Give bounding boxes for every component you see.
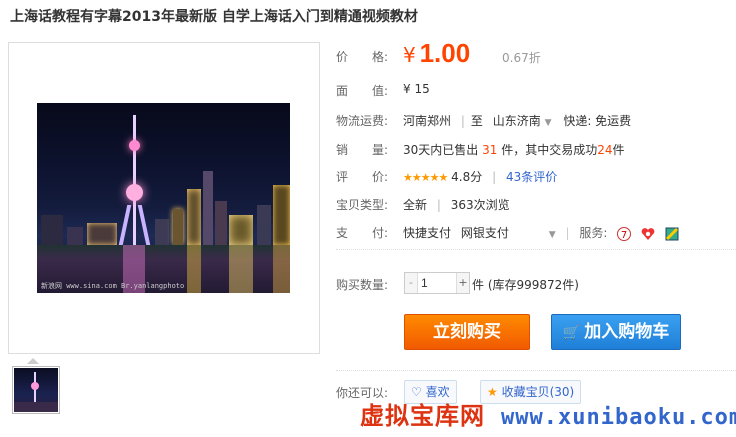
product-main-image-frame[interactable]: 新浪网 www.sina.com Br.yanlangphoto xyxy=(8,42,320,354)
payment-label: 支 付: xyxy=(336,226,389,240)
pay-bank: 网银支付 xyxy=(460,226,509,240)
payment-chevron-icon[interactable]: ▼ xyxy=(549,230,556,240)
price-value: 1.00 xyxy=(419,38,471,68)
thumbnail-pointer xyxy=(27,358,39,364)
divider-bottom xyxy=(336,370,736,371)
quantity-label: 购买数量: xyxy=(336,278,389,292)
thumbnail-1[interactable] xyxy=(12,366,60,414)
ship-from: 河南郑州 xyxy=(403,114,452,128)
add-to-cart-label: 加入购物车 xyxy=(584,322,670,342)
view-count: 363次浏览 xyxy=(450,198,510,212)
chevron-down-icon: ▼ xyxy=(544,118,552,128)
sales-prefix: 30天内已售出 xyxy=(403,143,479,157)
service-label: 服务: xyxy=(579,226,608,240)
sales-success-count: 24 xyxy=(597,143,613,157)
rating-stars-icon: ★★★★★ xyxy=(403,171,448,184)
ship-to-select[interactable]: 山东济南 ▼ xyxy=(493,114,552,128)
virtual-item-icon[interactable] xyxy=(665,227,679,241)
discount-text: 0.67折 xyxy=(502,51,541,65)
rating-label: 评 价: xyxy=(336,170,389,184)
face-value-label: 面 值: xyxy=(336,84,389,98)
type-value: 全新 xyxy=(403,198,428,212)
divider xyxy=(336,249,736,250)
seven-day-return-icon[interactable]: 7 xyxy=(617,226,632,241)
watermark-name: 虚拟宝库网 xyxy=(360,402,485,430)
site-watermark: 虚拟宝库网 www.xunibaoku.com xyxy=(360,396,736,431)
sales-count: 31 xyxy=(482,143,498,157)
buy-now-button[interactable]: 立刻购买 xyxy=(404,314,530,350)
price-label: 价 格: xyxy=(336,50,389,64)
rating-score: 4.8分 xyxy=(451,170,483,184)
shipping-fee: 快递: 免运费 xyxy=(563,114,632,128)
rating-count-link[interactable]: 43条评价 xyxy=(506,170,557,184)
ship-to-separator: 至 xyxy=(470,114,483,128)
shipping-label: 物流运费: xyxy=(336,114,389,128)
stock-text: 件 (库存999872件) xyxy=(472,278,579,292)
cart-icon: 🛒 xyxy=(562,325,581,341)
svg-text:7: 7 xyxy=(621,230,627,241)
quantity-minus-button[interactable]: - xyxy=(405,273,418,293)
type-label: 宝贝类型: xyxy=(336,198,389,212)
add-to-cart-button[interactable]: 🛒 加入购物车 xyxy=(551,314,681,350)
face-value: ¥ 15 xyxy=(403,82,430,96)
guarantee-icon[interactable] xyxy=(641,227,655,241)
currency-symbol: ¥ xyxy=(403,43,416,67)
product-main-image[interactable]: 新浪网 www.sina.com Br.yanlangphoto xyxy=(37,103,290,293)
quantity-input[interactable] xyxy=(419,273,459,293)
watermark-url: www.xunibaoku.com xyxy=(501,405,736,430)
sales-label: 销 量: xyxy=(336,143,389,157)
sales-mid: 件，其中交易成功 xyxy=(501,143,598,157)
photo-watermark: 新浪网 www.sina.com Br.yanlangphoto xyxy=(41,282,185,290)
pay-quick: 快捷支付 xyxy=(403,226,452,240)
quantity-plus-button[interactable]: + xyxy=(456,273,469,293)
sales-suffix: 件 xyxy=(612,143,625,157)
product-title: 上海话教程有字幕2013年最新版 自学上海话入门到精通视频教材 xyxy=(10,9,418,25)
quantity-stepper: - + xyxy=(404,272,470,294)
